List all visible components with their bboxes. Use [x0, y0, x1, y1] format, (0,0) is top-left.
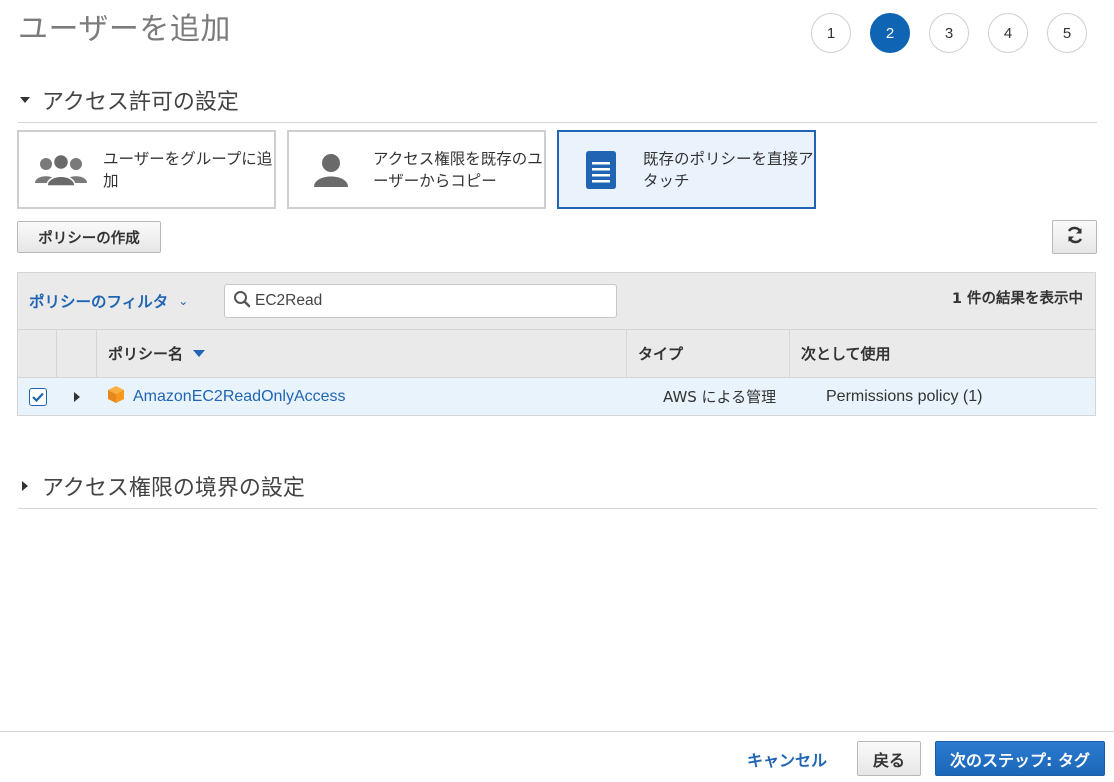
policy-search-box[interactable]	[224, 284, 617, 318]
step-2[interactable]: 2	[870, 13, 910, 53]
expand-row-icon[interactable]	[74, 391, 80, 402]
boundary-section-header[interactable]: アクセス権限の境界の設定	[18, 470, 1097, 509]
step-5[interactable]: 5	[1047, 13, 1087, 53]
step-3[interactable]: 3	[929, 13, 969, 53]
collapse-caret-icon	[18, 97, 32, 103]
next-step-button[interactable]: 次のステップ: タグ	[935, 741, 1105, 776]
back-button[interactable]: 戻る	[857, 741, 921, 776]
option-add-to-group[interactable]: ユーザーをグループに追 加	[17, 130, 276, 209]
step-1[interactable]: 1	[811, 13, 851, 53]
wizard-footer: キャンセル 戻る 次のステップ: タグ	[0, 731, 1114, 782]
refresh-icon	[1066, 226, 1084, 248]
aws-managed-cube-icon	[107, 385, 125, 408]
policy-name-column-header[interactable]: ポリシー名	[97, 330, 627, 377]
type-column-header[interactable]: タイプ	[627, 330, 790, 377]
boundary-section-title: アクセス権限の境界の設定	[42, 476, 305, 501]
sort-desc-icon	[193, 350, 206, 357]
row-checkbox[interactable]	[28, 387, 47, 406]
option-add-to-group-label: ユーザーをグループに追 加	[103, 149, 273, 190]
create-policy-button[interactable]: ポリシーの作成	[17, 221, 161, 253]
policy-filter-dropdown[interactable]: ポリシーのフィルタ ⌄	[29, 290, 188, 312]
result-count: 1 件の結果を表示中	[951, 291, 1083, 307]
group-icon	[33, 153, 89, 187]
option-attach-policies[interactable]: 既存のポリシーを直接ア タッチ	[557, 130, 816, 209]
checkmark-icon	[31, 392, 44, 402]
option-attach-policies-label: 既存のポリシーを直接ア タッチ	[643, 149, 814, 190]
policy-name-link[interactable]: AmazonEC2ReadOnlyAccess	[133, 388, 346, 406]
refresh-button[interactable]	[1052, 220, 1097, 254]
select-column-header	[18, 330, 57, 377]
table-header: ポリシー名 タイプ 次として使用	[18, 330, 1095, 378]
cancel-button[interactable]: キャンセル	[747, 747, 827, 771]
expand-caret-icon	[18, 481, 32, 491]
expand-column-header	[57, 330, 97, 377]
document-icon	[573, 150, 629, 190]
filter-bar: ポリシーのフィルタ ⌄ 1 件の結果を表示中	[18, 273, 1095, 330]
step-4[interactable]: 4	[988, 13, 1028, 53]
user-icon	[303, 152, 359, 188]
table-row[interactable]: AmazonEC2ReadOnlyAccess AWS による管理 Permis…	[18, 378, 1095, 415]
wizard-steps: 1 2 3 4 5	[811, 13, 1106, 53]
search-icon	[233, 290, 251, 312]
policy-table: ポリシーのフィルタ ⌄ 1 件の結果を表示中 ポリシー名 タイプ 次として使用	[17, 272, 1096, 416]
option-copy-permissions[interactable]: アクセス権限を既存のユ ーザーからコピー	[287, 130, 546, 209]
permissions-section-header[interactable]: アクセス許可の設定	[18, 84, 1097, 123]
policy-type: AWS による管理	[663, 388, 777, 406]
used-as-column-header[interactable]: 次として使用	[790, 330, 1095, 377]
policy-search-input[interactable]	[255, 292, 595, 310]
page-title: ユーザーを追加	[18, 12, 231, 47]
option-copy-permissions-label: アクセス権限を既存のユ ーザーからコピー	[373, 149, 543, 190]
permissions-section-title: アクセス許可の設定	[42, 90, 239, 115]
chevron-down-icon: ⌄	[178, 294, 189, 308]
policy-used-as: Permissions policy (1)	[826, 387, 983, 405]
